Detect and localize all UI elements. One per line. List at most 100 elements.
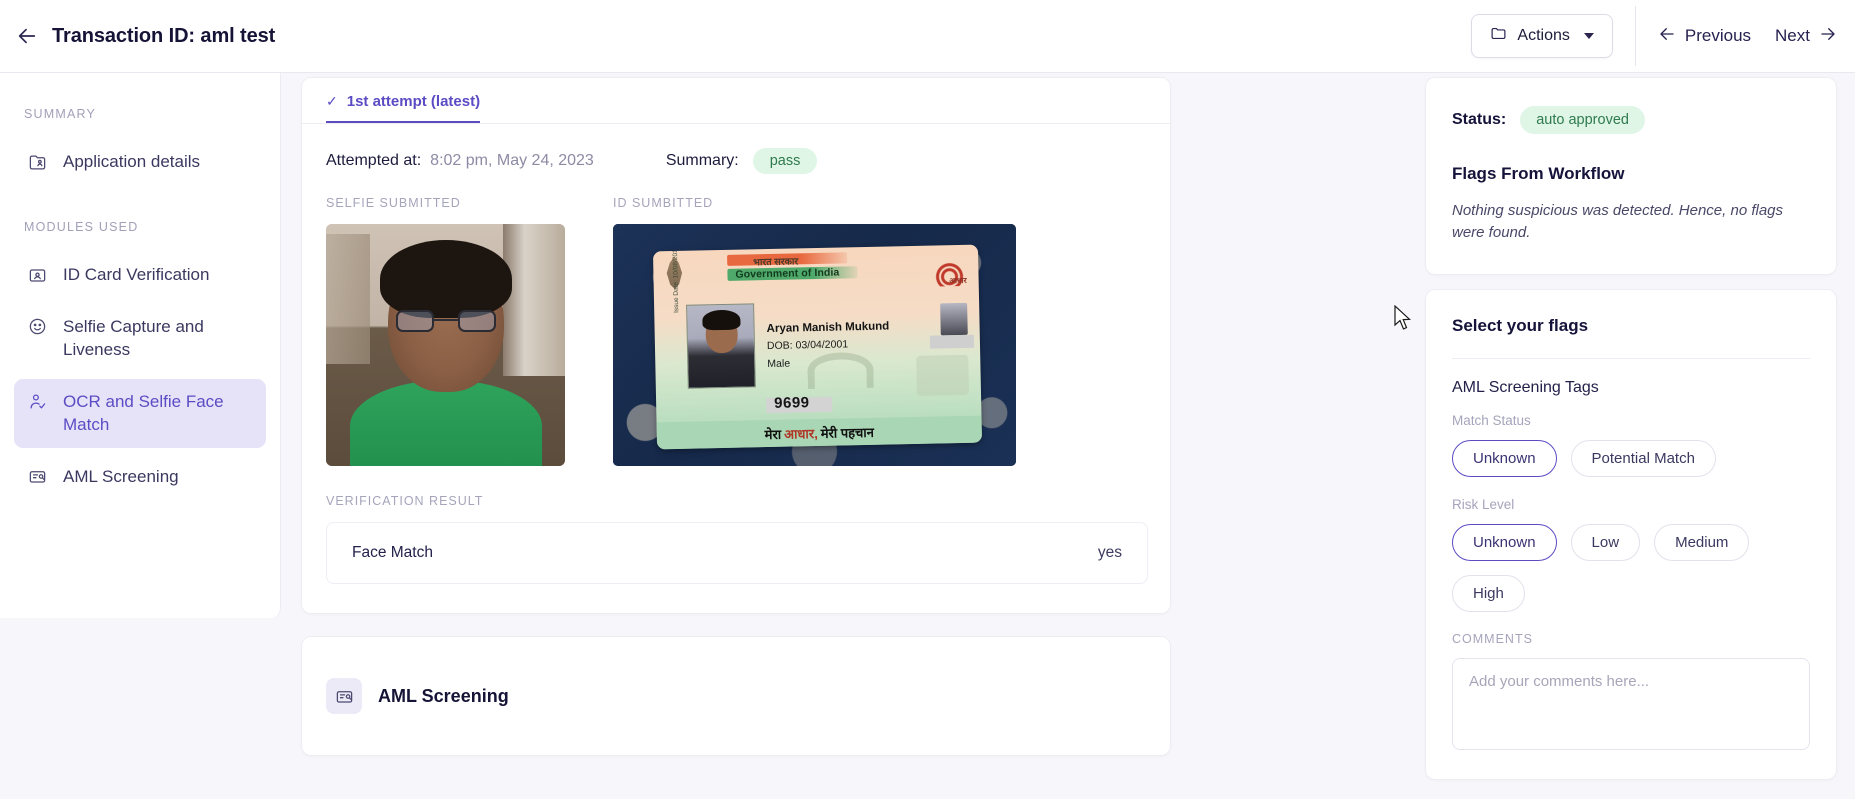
id-footer-accent: आधार, <box>783 425 818 442</box>
top-bar-right: Actions Previous Next <box>1471 0 1837 72</box>
actions-button-label: Actions <box>1517 27 1570 44</box>
chip-risk-low[interactable]: Low <box>1570 523 1641 561</box>
flags-from-workflow-title: Flags From Workflow <box>1452 164 1625 183</box>
id-gender: Male <box>767 357 791 371</box>
status-card: Status: auto approved Flags From Workflo… <box>1425 77 1837 275</box>
risk-level-label: Risk Level <box>1452 496 1515 512</box>
status-badge: auto approved <box>1520 106 1645 134</box>
folder-icon <box>1490 25 1507 47</box>
screening-icon <box>26 466 48 488</box>
next-button-label: Next <box>1775 26 1810 45</box>
arrow-left-icon <box>1658 25 1676 48</box>
summary-label: Summary: <box>665 152 739 169</box>
screening-icon <box>326 678 362 714</box>
aadhaar-card: भारत सरकार Government of India आधार Issu… <box>652 244 983 450</box>
aml-screening-card-title: AML Screening <box>378 685 509 706</box>
status-label: Status: <box>1452 111 1507 128</box>
status-row: Status: auto approved <box>1452 106 1810 134</box>
risk-level-chip-row: Unknown Low Medium High <box>1452 523 1810 612</box>
comments-input[interactable] <box>1452 657 1810 750</box>
smiley-face-icon <box>26 316 48 338</box>
previous-button-label: Previous <box>1684 26 1752 45</box>
result-value: yes <box>1097 544 1122 561</box>
selfie-door-right <box>503 224 565 376</box>
contact-card-icon <box>26 151 48 173</box>
comments-label: COMMENTS <box>1452 631 1533 646</box>
id-footer-pre: मेरा <box>764 426 782 442</box>
page-title: Transaction ID: aml test <box>52 24 276 47</box>
id-block: ID SUMBITTED भारत सरकार Government of In… <box>613 196 1016 466</box>
next-button[interactable]: Next <box>1775 25 1837 48</box>
result-key: Face Match <box>352 544 433 561</box>
aml-screening-card[interactable]: AML Screening <box>301 636 1171 756</box>
sidebar-item-label: ID Card Verification <box>63 265 210 285</box>
actions-button[interactable]: Actions <box>1471 14 1613 58</box>
chip-risk-medium[interactable]: Medium <box>1654 523 1750 561</box>
sidebar-section-modules: MODULES USED <box>24 220 139 235</box>
sidebar: SUMMARY Application details MODULES USED… <box>0 73 281 618</box>
top-bar: Transaction ID: aml test Actions Previou… <box>0 0 1855 73</box>
selfie-label: SELFIE SUBMITTED <box>326 196 461 210</box>
attempted-at-label: Attempted at: <box>326 152 422 169</box>
id-hologram <box>916 354 970 396</box>
chip-match-status-potential-match[interactable]: Potential Match <box>1570 439 1716 477</box>
id-badge-icon <box>26 264 48 286</box>
person-check-icon <box>26 391 48 413</box>
tab-1st-attempt[interactable]: ✓ 1st attempt (latest) <box>326 93 481 123</box>
id-gov-line: Government of India <box>735 266 840 281</box>
tab-label: 1st attempt (latest) <box>346 93 481 110</box>
page-body: SUMMARY Application details MODULES USED… <box>0 73 1855 799</box>
mouse-cursor <box>1394 304 1412 331</box>
sidebar-item-application-details[interactable]: Application details <box>14 139 266 184</box>
right-panel: Status: auto approved Flags From Workflo… <box>1425 73 1855 799</box>
attempted-at-value: 8:02 pm, May 24, 2023 <box>430 152 594 169</box>
select-flags-title: Select your flags <box>1452 315 1589 335</box>
submitted-images-row: SELFIE SUBMITTED ID SUMBITTED भारत सरकार… <box>302 174 1170 466</box>
summary-status-badge: pass <box>752 148 818 174</box>
selfie-block: SELFIE SUBMITTED <box>326 196 565 466</box>
attempt-tabs: ✓ 1st attempt (latest) <box>302 78 1170 124</box>
id-secondary-photo <box>940 302 968 336</box>
selfie-glasses <box>396 310 496 332</box>
aadhaar-logo-text: आधार <box>949 275 967 286</box>
table-row: Face Match yes <box>326 522 1148 584</box>
sidebar-item-id-card-verification[interactable]: ID Card Verification <box>14 252 266 297</box>
id-portrait-photo <box>686 303 756 389</box>
id-issue-date: Issue Date: 10/08/2013 <box>671 245 681 314</box>
previous-button[interactable]: Previous <box>1658 25 1751 48</box>
chip-match-status-unknown[interactable]: Unknown <box>1452 439 1557 477</box>
check-icon: ✓ <box>326 93 338 109</box>
id-number: 9699 <box>773 394 810 412</box>
id-redaction-box-top <box>929 334 975 349</box>
sidebar-item-selfie-capture-and-liveness[interactable]: Selfie Capture and Liveness <box>14 304 266 373</box>
sidebar-section-summary: SUMMARY <box>24 107 97 121</box>
verification-result-label: VERIFICATION RESULT <box>326 494 484 508</box>
back-arrow-icon[interactable] <box>10 19 44 53</box>
sidebar-item-aml-screening[interactable]: AML Screening <box>14 454 266 499</box>
aml-screening-tags-title: AML Screening Tags <box>1452 378 1599 396</box>
sidebar-item-ocr-and-selfie-face-match[interactable]: OCR and Selfie Face Match <box>14 378 266 448</box>
sidebar-item-label: Application details <box>63 152 201 171</box>
attempt-card: ✓ 1st attempt (latest) Attempted at: 8:0… <box>301 77 1171 614</box>
sidebar-item-label: AML Screening <box>63 466 179 486</box>
selfie-shirt <box>350 380 542 466</box>
chip-risk-high[interactable]: High <box>1452 574 1525 612</box>
match-status-label: Match Status <box>1452 412 1531 428</box>
chevron-down-icon <box>1583 33 1594 39</box>
sidebar-item-label: OCR and Selfie Face Match <box>63 391 224 435</box>
id-label: ID SUMBITTED <box>613 196 714 210</box>
verification-result-section: VERIFICATION RESULT Face Match yes <box>302 466 1170 584</box>
selfie-image[interactable] <box>326 224 565 466</box>
chip-risk-unknown[interactable]: Unknown <box>1452 523 1557 561</box>
flags-from-workflow-note: Nothing suspicious was detected. Hence, … <box>1452 202 1784 241</box>
sidebar-item-label: Selfie Capture and Liveness <box>63 316 204 360</box>
divider <box>1452 357 1810 359</box>
id-footer-post: मेरी पहचान <box>820 424 875 441</box>
id-hindi-gov-text: भारत सरकार <box>753 256 799 269</box>
arrow-right-icon <box>1819 25 1837 48</box>
id-holder-name: Aryan Manish Mukund <box>766 320 890 336</box>
id-document-image[interactable]: भारत सरकार Government of India आधार Issu… <box>613 224 1016 466</box>
selfie-hair <box>380 240 512 318</box>
id-dob: DOB: 03/04/2001 <box>766 338 849 353</box>
toolbar-divider <box>1634 6 1636 66</box>
